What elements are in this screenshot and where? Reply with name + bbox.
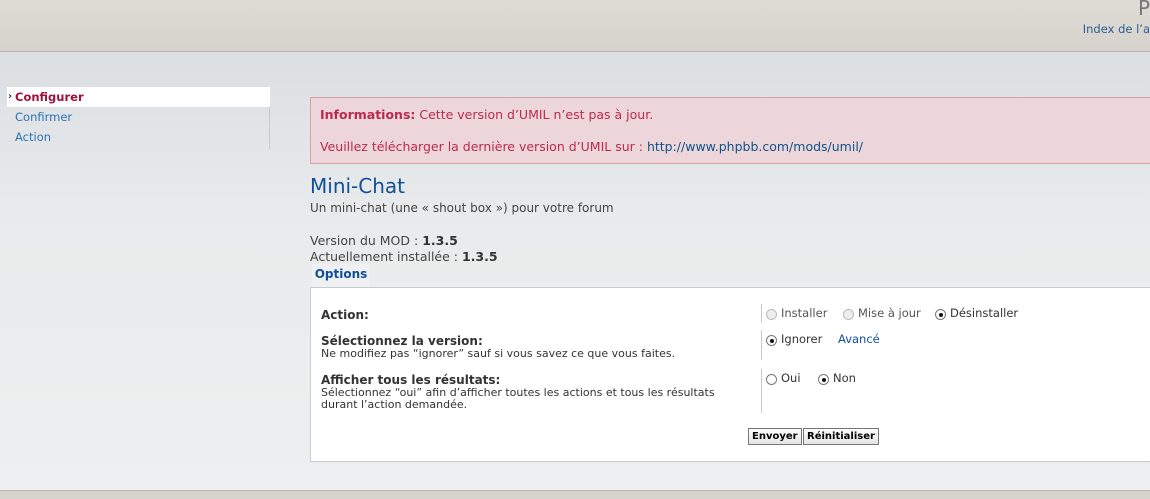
error-box: Informations: Cette version d’UMIL n’est… — [310, 97, 1150, 164]
radio-icon — [766, 374, 777, 385]
radio-non[interactable]: Non — [818, 371, 856, 385]
radio-label: Oui — [781, 371, 801, 385]
download-line: Veuillez télécharger la dernière version… — [320, 139, 863, 154]
mod-version-value: 1.3.5 — [422, 233, 458, 248]
row-divider — [761, 304, 762, 323]
version-select-description: Ne modifiez pas “ignorer” sauf si vous s… — [321, 347, 676, 360]
index-link[interactable]: Index de l’a — [1083, 22, 1150, 36]
radio-icon — [766, 309, 777, 320]
submit-button[interactable]: Envoyer — [748, 428, 802, 445]
radio-icon — [843, 309, 854, 320]
advanced-link[interactable]: Avancé — [838, 332, 880, 346]
radio-icon — [766, 335, 777, 346]
sidebar: › Configurer Confirmer Action — [7, 87, 270, 149]
sidebar-item-label: Configurer — [15, 90, 84, 104]
version-select-label: Sélectionnez la version: — [321, 334, 483, 348]
page-subtitle: Un mini-chat (une « shout box ») pour vo… — [310, 201, 614, 215]
radio-label: Installer — [781, 306, 828, 320]
arrow-right-icon: › — [8, 91, 13, 102]
options-panel: Action: Installer Mise à jour Désinstall… — [310, 287, 1150, 462]
radio-label: Mise à jour — [858, 306, 921, 320]
sidebar-item-configurer[interactable]: › Configurer — [7, 87, 270, 107]
installed-version-label: Actuellement installée : — [310, 249, 458, 264]
error-line: Informations: Cette version d’UMIL n’est… — [320, 107, 653, 122]
action-label: Action: — [321, 308, 369, 322]
tab-options[interactable]: Options — [312, 264, 370, 287]
header: P Index de l’a — [0, 0, 1150, 52]
row-divider — [761, 369, 762, 413]
radio-oui[interactable]: Oui — [766, 371, 801, 385]
radio-mise-a-jour[interactable]: Mise à jour — [843, 306, 921, 320]
mod-version-label: Version du MOD : — [310, 233, 419, 248]
installed-version-value: 1.3.5 — [461, 249, 498, 264]
sidebar-item-label: Confirmer — [15, 110, 73, 124]
download-link[interactable]: http://www.phpbb.com/mods/umil/ — [647, 139, 863, 154]
sidebar-item-label: Action — [15, 130, 52, 144]
sidebar-item-confirmer[interactable]: Confirmer — [7, 107, 270, 127]
radio-label: Ignorer — [781, 332, 823, 346]
reset-button[interactable]: Réinitialiser — [803, 428, 879, 445]
row-divider — [761, 330, 762, 360]
page-title: Mini-Chat — [310, 174, 405, 198]
results-label: Afficher tous les résultats: — [321, 373, 501, 387]
installed-version: Actuellement installée : 1.3.5 — [310, 249, 498, 264]
radio-desinstaller[interactable]: Désinstaller — [935, 306, 1018, 320]
radio-label: Désinstaller — [950, 306, 1019, 320]
radio-icon — [818, 374, 829, 385]
radio-label: Non — [833, 371, 856, 385]
error-message: Cette version d’UMIL n’est pas à jour. — [419, 107, 654, 122]
radio-ignorer[interactable]: Ignorer — [766, 332, 822, 346]
logo: P — [1137, 0, 1150, 20]
error-label: Informations: — [320, 107, 416, 122]
sidebar-item-action[interactable]: Action — [7, 127, 270, 147]
download-text: Veuillez télécharger la dernière version… — [320, 139, 643, 154]
radio-icon — [935, 309, 946, 320]
mod-version: Version du MOD : 1.3.5 — [310, 233, 458, 248]
results-description-2: durant l’action demandée. — [321, 398, 468, 411]
sidebar-divider — [269, 107, 270, 149]
radio-installer[interactable]: Installer — [766, 306, 827, 320]
